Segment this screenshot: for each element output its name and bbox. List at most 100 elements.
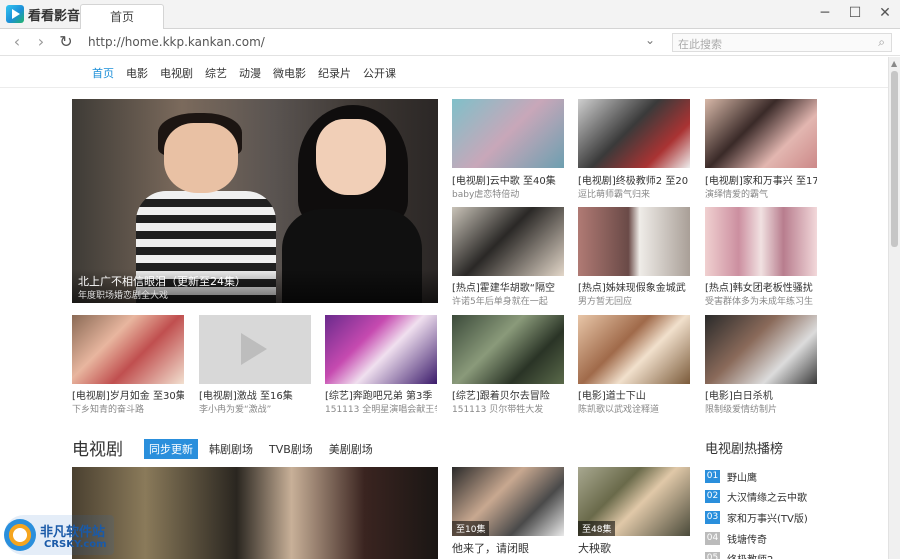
url-field[interactable]: http://home.kkp.kankan.com/	[84, 32, 668, 53]
category-nav: 首页 电影 电视剧 综艺 动漫 微电影 纪录片 公开课	[92, 65, 408, 81]
app-name: 看看影音	[28, 8, 81, 24]
rank-label[interactable]: 大汉情缘之云中歌	[727, 489, 807, 504]
title-bar: 看看影音 首页 ─ ☐ ✕	[0, 0, 900, 30]
divider	[0, 87, 888, 88]
card-subtitle: 演绎情爱的霸气	[705, 190, 769, 200]
card-title[interactable]: [电视剧]家和万事兴 至17	[705, 172, 817, 187]
tab-sync-update[interactable]: 同步更新	[144, 439, 198, 459]
card-title[interactable]: 大秧歌	[578, 540, 690, 556]
card-title[interactable]: 他来了，请闭眼	[452, 540, 564, 556]
card-subtitle: 151113 全明星演唱会献王争	[325, 405, 437, 415]
rank-number: 01	[705, 470, 720, 483]
list-item[interactable]: 04 钱塘传奇	[705, 531, 767, 546]
card-subtitle: 许诺5年后单身就在一起	[452, 297, 548, 307]
nav-item-movie[interactable]: 电影	[126, 65, 148, 81]
thumbnail[interactable]	[705, 99, 817, 168]
thumbnail[interactable]	[578, 99, 690, 168]
thumbnail[interactable]	[578, 207, 690, 276]
card-subtitle: 限制级爱情纺制片	[705, 405, 778, 415]
app-logo: 看看影音	[6, 5, 81, 24]
card-title[interactable]: [电影]道士下山	[578, 387, 690, 402]
thumbnail[interactable]	[452, 207, 564, 276]
tv-section-tabs: 同步更新 韩剧剧场 TVB剧场 美剧剧场	[144, 439, 384, 459]
nav-item-home[interactable]: 首页	[92, 65, 114, 81]
nav-item-variety[interactable]: 综艺	[205, 65, 227, 81]
hero-figure	[316, 119, 386, 195]
card-title[interactable]: [电视剧]激战 至16集	[199, 387, 311, 402]
nav-item-anime[interactable]: 动漫	[239, 65, 261, 81]
card-subtitle: 陈凯歌以武戏诠释道	[578, 405, 660, 415]
card-title[interactable]: [电影]白日杀机	[705, 387, 817, 402]
hero-title: 北上广不相信眼泪（更新至24集）	[78, 275, 246, 288]
hero-figure	[164, 123, 238, 193]
hero-banner[interactable]: 北上广不相信眼泪（更新至24集） 年度职场婚恋剧全大戏	[72, 99, 438, 303]
chevron-down-icon[interactable]: ⌄	[645, 33, 655, 47]
card-subtitle: baby虐恋特倍动	[452, 190, 520, 200]
nav-item-tv[interactable]: 电视剧	[160, 65, 193, 81]
tab-us-drama[interactable]: 美剧剧场	[324, 439, 378, 459]
card-subtitle: 李小冉为爱“激战”	[199, 405, 272, 415]
address-toolbar: ‹ › ↻ http://home.kkp.kankan.com/ ⌄ 在此搜索…	[0, 29, 900, 56]
card-subtitle: 受害群体多为未成年练习生	[705, 297, 814, 307]
refresh-icon[interactable]: ↻	[57, 33, 75, 51]
tv-banner[interactable]	[72, 467, 438, 559]
window-controls: ─ ☐ ✕	[818, 5, 892, 21]
card-title[interactable]: [电视剧]云中歌 至40集	[452, 172, 564, 187]
card-title[interactable]: [电视剧]岁月如金 至30集	[72, 387, 184, 402]
scroll-up-icon[interactable]: ▲	[891, 59, 897, 68]
thumbnail[interactable]	[325, 315, 437, 384]
watermark-text: CRSKY.com	[44, 539, 107, 550]
list-item[interactable]: 01 野山鹰	[705, 469, 757, 484]
thumbnail[interactable]	[452, 99, 564, 168]
card-subtitle: 男方暂无回应	[578, 297, 633, 307]
thumbnail[interactable]	[578, 315, 690, 384]
page-content: 首页 电影 电视剧 综艺 动漫 微电影 纪录片 公开课 北上广不相信眼泪（更新至…	[0, 57, 888, 559]
rank-label[interactable]: 家和万事兴(TV版)	[727, 510, 808, 525]
back-icon[interactable]: ‹	[8, 33, 26, 51]
nav-item-micro-film[interactable]: 微电影	[273, 65, 306, 81]
card-title[interactable]: [热点]姊妹现假象金城武	[578, 279, 690, 294]
thumbnail[interactable]	[705, 207, 817, 276]
rank-number: 02	[705, 490, 720, 503]
thumbnail[interactable]	[452, 315, 564, 384]
thumbnail[interactable]	[72, 315, 184, 384]
card-title[interactable]: [热点]韩女团老板性骚扰	[705, 279, 817, 294]
rank-label[interactable]: 野山鹰	[727, 469, 757, 484]
scroll-thumb[interactable]	[891, 71, 898, 247]
rank-label[interactable]: 终极教师2	[727, 551, 773, 559]
crsky-logo-icon	[4, 519, 36, 551]
crsky-watermark: 非凡软件站 CRSKY.com	[4, 515, 114, 555]
nav-item-open-course[interactable]: 公开课	[363, 65, 396, 81]
search-icon[interactable]: ⌕	[878, 35, 885, 50]
hero-subtitle: 年度职场婚恋剧全大戏	[78, 291, 169, 301]
vertical-scrollbar[interactable]: ▲	[888, 57, 900, 559]
hot-list-title: 电视剧热播榜	[705, 442, 784, 457]
thumbnail[interactable]: 至10集	[452, 467, 564, 536]
forward-icon[interactable]: ›	[32, 33, 50, 51]
search-input[interactable]: 在此搜索 ⌕	[672, 33, 892, 52]
thumbnail[interactable]	[705, 315, 817, 384]
list-item[interactable]: 03 家和万事兴(TV版)	[705, 510, 808, 525]
card-title[interactable]: [综艺]跟着贝尔去冒险	[452, 387, 564, 402]
minimize-icon[interactable]: ─	[818, 5, 832, 21]
maximize-icon[interactable]: ☐	[848, 5, 862, 21]
list-item[interactable]: 05 终极教师2	[705, 551, 773, 559]
tab-home[interactable]: 首页	[80, 4, 164, 30]
kankan-logo-icon	[6, 5, 24, 23]
rank-number: 05	[705, 552, 720, 559]
card-title[interactable]: [热点]霍建华胡歌“隔空	[452, 279, 564, 294]
tab-tvb-drama[interactable]: TVB剧场	[264, 439, 318, 459]
close-icon[interactable]: ✕	[878, 5, 892, 21]
search-placeholder: 在此搜索	[678, 38, 722, 51]
section-title-tv: 电视剧	[72, 440, 123, 460]
list-item[interactable]: 02 大汉情缘之云中歌	[705, 489, 807, 504]
watermark-text: 非凡软件站	[40, 525, 106, 540]
card-title[interactable]: [电视剧]终极教师2 至20	[578, 172, 690, 187]
thumbnail-placeholder[interactable]	[199, 315, 311, 384]
rank-label[interactable]: 钱塘传奇	[727, 531, 767, 546]
card-subtitle: 下乡知青的奋斗路	[72, 405, 145, 415]
tab-korean-drama[interactable]: 韩剧剧场	[204, 439, 258, 459]
nav-item-documentary[interactable]: 纪录片	[318, 65, 351, 81]
card-title[interactable]: [综艺]奔跑吧兄弟 第3季	[325, 387, 437, 402]
thumbnail[interactable]: 至48集	[578, 467, 690, 536]
